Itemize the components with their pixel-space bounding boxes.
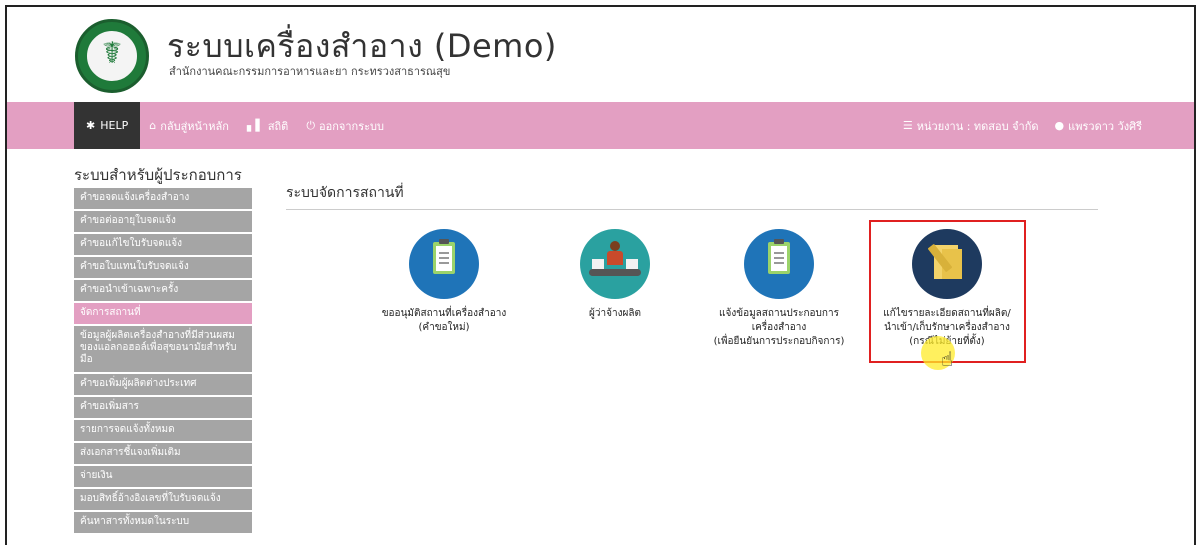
header: ☤ ระบบเครื่องสำอาง (Demo) สำนักงานคณะกรร… xyxy=(7,7,1194,102)
card-new-premises[interactable]: ขออนุมัติสถานที่เครื่องสำอาง (คำขอใหม่) xyxy=(354,229,534,335)
caduceus-icon: ☤ xyxy=(101,36,123,71)
sidebar-item-alcohol-manufacturer[interactable]: ข้อมูลผู้ผลิตเครื่องสำอางที่มีส่วนผสมของ… xyxy=(74,326,252,372)
ministry-logo: ☤ xyxy=(75,19,149,93)
home-link[interactable]: ⌂ กลับสู่หน้าหลัก xyxy=(140,102,238,149)
agency-link[interactable]: ☰ หน่วยงาน : ทดสอบ จำกัด xyxy=(903,102,1039,149)
logout-link[interactable]: ⏻ ออกจากระบบ xyxy=(297,102,393,149)
stats-link[interactable]: ▖▌ สถิติ xyxy=(238,102,297,149)
bar-chart-icon: ▖▌ xyxy=(246,119,264,132)
sidebar-item-manage-premises[interactable]: จัดการสถานที่ xyxy=(74,303,252,324)
hand-cursor-icon: ☝ xyxy=(941,347,954,371)
divider xyxy=(286,209,1098,210)
sidebar-item-edit-request[interactable]: คำขอแก้ไขใบรับจดแจ้ง xyxy=(74,234,252,255)
card-label: แจ้งข้อมูลสถานประกอบการ เครื่องสำอาง (เพ… xyxy=(713,308,845,347)
sidebar-item-renewal-request[interactable]: คำขอต่ออายุใบจดแจ้ง xyxy=(74,211,252,232)
help-button[interactable]: ✱ HELP xyxy=(74,102,141,149)
sidebar-item-replacement-request[interactable]: คำขอใบแทนใบรับจดแจ้ง xyxy=(74,257,252,278)
card-label: ผู้ว่าจ้างผลิต xyxy=(589,308,641,319)
app-window: ☤ ระบบเครื่องสำอาง (Demo) สำนักงานคณะกรร… xyxy=(5,5,1196,545)
card-label: ขออนุมัติสถานที่เครื่องสำอาง (คำขอใหม่) xyxy=(381,308,507,333)
sidebar-item-search-substances[interactable]: ค้นหาสารทั้งหมดในระบบ xyxy=(74,512,252,533)
clipboard-icon xyxy=(744,229,814,299)
sidebar-item-add-substance[interactable]: คำขอเพิ่มสาร xyxy=(74,397,252,418)
sidebar-item-foreign-manufacturer[interactable]: คำขอเพิ่มผู้ผลิตต่างประเทศ xyxy=(74,374,252,395)
gear-icon: ✱ xyxy=(86,119,96,132)
user-link[interactable]: ● แพรวดาว วังศิรี xyxy=(1055,102,1142,149)
sidebar-item-notification-request[interactable]: คำขอจดแจ้งเครื่องสำอาง xyxy=(74,188,252,209)
sidebar-item-payment[interactable]: จ่ายเงิน xyxy=(74,466,252,487)
user-icon: ● xyxy=(1054,119,1065,132)
power-icon: ⏻ xyxy=(306,119,316,132)
sidebar-item-import-request[interactable]: คำขอนำเข้าเฉพาะครั้ง xyxy=(74,280,252,301)
building-icon: ☰ xyxy=(902,119,913,132)
conveyor-worker-icon xyxy=(580,229,650,299)
sidebar-title: ระบบสำหรับผู้ประกอบการ xyxy=(74,166,242,184)
sidebar-menu: คำขอจดแจ้งเครื่องสำอาง คำขอต่ออายุใบจดแจ… xyxy=(74,188,252,535)
sidebar-item-grant-rights[interactable]: มอบสิทธิ์อ้างอิงเลขที่ใบรับจดแจ้ง xyxy=(74,489,252,510)
sidebar-item-all-notifications[interactable]: รายการจดแจ้งทั้งหมด xyxy=(74,420,252,441)
home-icon: ⌂ xyxy=(149,119,157,132)
app-subtitle: สำนักงานคณะกรรมการอาหารและยา กระทรวงสาธา… xyxy=(169,65,451,78)
page-title: ระบบจัดการสถานที่ xyxy=(286,185,404,201)
card-contract-manufacturer[interactable]: ผู้ว่าจ้างผลิต xyxy=(525,229,705,321)
clipboard-icon xyxy=(409,229,479,299)
card-confirm-business[interactable]: แจ้งข้อมูลสถานประกอบการ เครื่องสำอาง (เพ… xyxy=(689,229,869,349)
navbar: ✱ HELP ⌂ กลับสู่หน้าหลัก ▖▌ สถิติ ⏻ ออกจ… xyxy=(7,102,1194,149)
sidebar-item-send-documents[interactable]: ส่งเอกสารชี้แจงเพิ่มเติม xyxy=(74,443,252,464)
